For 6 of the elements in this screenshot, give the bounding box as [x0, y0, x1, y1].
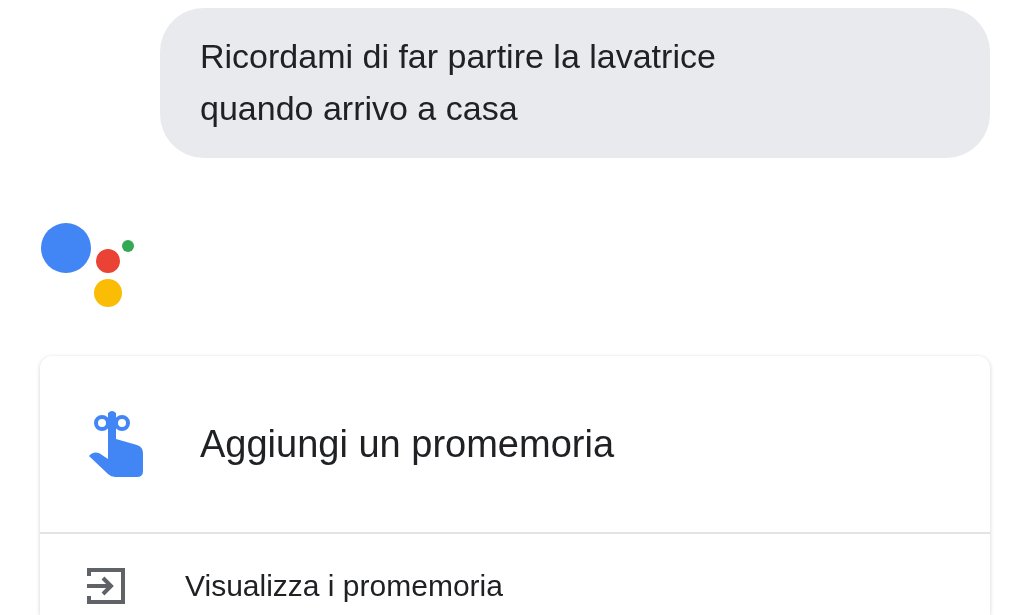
add-reminder-link[interactable]: Aggiungi un promemoria	[200, 422, 614, 466]
message-text: quando arrivo a casa	[200, 88, 519, 129]
view-reminders-link[interactable]: Visualizza i promemoria	[185, 569, 503, 603]
assistant-dots-icon	[40, 222, 136, 310]
message-text: Ricordami di far partire la lavatrice	[200, 36, 717, 77]
arrow-into-box-icon	[85, 566, 127, 606]
